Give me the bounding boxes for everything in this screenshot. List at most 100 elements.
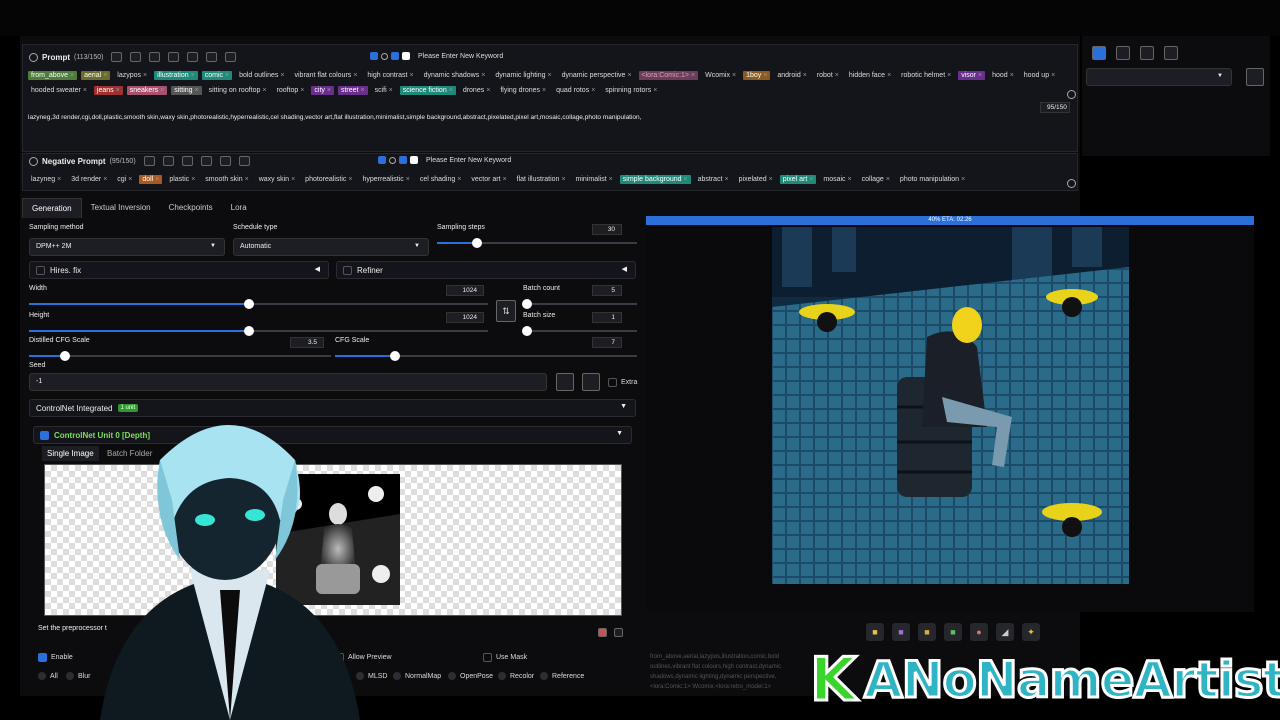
filter-openpose[interactable]: OpenPose	[448, 672, 493, 680]
palette-icon[interactable]: ●	[970, 623, 988, 641]
keyword-tag[interactable]: dynamic lighting ×	[492, 71, 554, 80]
keyword-tag[interactable]: from_above ×	[28, 71, 78, 80]
recycle-icon[interactable]	[582, 373, 600, 391]
remove-tag-icon[interactable]: ×	[128, 176, 132, 183]
checkbox-icon[interactable]	[370, 52, 378, 60]
batch-count-slider[interactable]	[522, 299, 637, 309]
keyword-tag[interactable]: spinning rotors ×	[602, 86, 660, 95]
remove-tag-icon[interactable]: ×	[353, 72, 357, 79]
schedule-type-select[interactable]: Automatic ▼	[233, 238, 429, 256]
remove-tag-icon[interactable]: ×	[160, 87, 164, 94]
remove-tag-icon[interactable]: ×	[978, 72, 982, 79]
keyword-tag[interactable]: comic ×	[201, 71, 233, 80]
remove-tag-icon[interactable]: ×	[763, 72, 767, 79]
distilled-cfg-input[interactable]: 3.5	[290, 337, 324, 348]
copy-icon[interactable]	[149, 52, 161, 62]
keyword-tag[interactable]: vector art ×	[468, 175, 509, 184]
refresh-icon[interactable]	[381, 52, 388, 60]
keyword-tag[interactable]: <lora:Comic:1> ×	[638, 71, 699, 80]
slider-knob[interactable]	[472, 238, 482, 248]
remove-tag-icon[interactable]: ×	[561, 176, 565, 183]
keyword-tag[interactable]: lazyneg ×	[28, 175, 64, 184]
checkbox-icon[interactable]	[38, 653, 47, 662]
keyword-tag[interactable]: scifi ×	[372, 86, 396, 95]
remove-tag-icon[interactable]: ×	[57, 176, 61, 183]
keyword-tag[interactable]: drones ×	[460, 86, 494, 95]
remove-tag-icon[interactable]: ×	[1010, 72, 1014, 79]
keyword-tag[interactable]: 1boy ×	[743, 71, 771, 80]
batch-size-input[interactable]: 1	[592, 312, 622, 323]
swap-dimensions-icon[interactable]: ⇅	[496, 300, 516, 322]
prompt-keyword-field[interactable]: Please Enter New Keyword	[370, 52, 503, 60]
collapse-icon[interactable]	[29, 52, 38, 62]
checkbox-icon[interactable]	[483, 653, 492, 662]
hires-fix-checkbox[interactable]	[36, 265, 45, 275]
toolbar-check-icon[interactable]	[1092, 46, 1106, 60]
keyword-tag[interactable]: illustration ×	[154, 71, 198, 80]
slider-knob[interactable]	[522, 326, 532, 336]
folder-icon[interactable]: ■	[866, 623, 884, 641]
keyword-tag[interactable]: science fiction ×	[399, 86, 456, 95]
remove-tag-icon[interactable]: ×	[83, 87, 87, 94]
tab-lora[interactable]: Lora	[222, 198, 256, 218]
keyword-tag[interactable]: collage ×	[859, 175, 893, 184]
remove-tag-icon[interactable]: ×	[300, 87, 304, 94]
remove-tag-icon[interactable]: ×	[684, 176, 688, 183]
tab-textual-inversion[interactable]: Textual Inversion	[82, 198, 160, 218]
cfg-slider[interactable]	[335, 351, 637, 361]
keyword-tag[interactable]: sitting ×	[171, 86, 202, 95]
toolbar-clip-icon[interactable]	[1164, 46, 1178, 60]
filter-normalmap[interactable]: NormalMap	[393, 672, 441, 680]
keyword-tag[interactable]: dynamic shadows ×	[421, 71, 489, 80]
remove-tag-icon[interactable]: ×	[225, 72, 229, 79]
hires-fix-accordion[interactable]: Hires. fix ◀	[29, 261, 329, 279]
settings-icon[interactable]	[162, 156, 174, 166]
radio-icon[interactable]	[540, 672, 548, 680]
dice-icon[interactable]	[556, 373, 574, 391]
keyword-tag[interactable]: quad rotos ×	[553, 86, 598, 95]
collapse-icon[interactable]	[29, 156, 38, 166]
gear-icon[interactable]	[111, 52, 123, 62]
slider-knob[interactable]	[522, 299, 532, 309]
remove-tag-icon[interactable]: ×	[961, 176, 965, 183]
radio-icon[interactable]	[393, 672, 401, 680]
trash-icon[interactable]	[206, 52, 218, 62]
width-slider[interactable]	[29, 299, 488, 309]
keyword-tag[interactable]: rooftop ×	[274, 86, 308, 95]
remove-tag-icon[interactable]: ×	[609, 176, 613, 183]
keyword-tag[interactable]: lazypos ×	[114, 71, 150, 80]
keyword-tag[interactable]: minimalist ×	[573, 175, 616, 184]
prompt-textarea[interactable]: lazyneg,3d render,cgi,doll,plastic,smoot…	[28, 114, 1068, 121]
remove-tag-icon[interactable]: ×	[195, 87, 199, 94]
keyword-tag[interactable]: doll ×	[139, 175, 163, 184]
checkbox-icon[interactable]	[410, 156, 418, 164]
keyword-tag[interactable]: pixelated ×	[736, 175, 776, 184]
keyword-tag[interactable]: sitting on rooftop ×	[206, 86, 270, 95]
extra-checkbox[interactable]: Extra	[608, 378, 637, 387]
remove-tag-icon[interactable]: ×	[1051, 72, 1055, 79]
keyword-tag[interactable]: photorealistic ×	[302, 175, 355, 184]
collapse-up-icon[interactable]	[1067, 179, 1076, 188]
remove-tag-icon[interactable]: ×	[803, 72, 807, 79]
enable-option[interactable]: Enable	[38, 653, 73, 662]
keyword-tag[interactable]: abstract ×	[695, 175, 732, 184]
filter-all[interactable]: All	[38, 672, 58, 680]
remove-tag-icon[interactable]: ×	[769, 176, 773, 183]
refresh-icon[interactable]	[389, 156, 396, 164]
remove-tag-icon[interactable]: ×	[191, 72, 195, 79]
seed-input[interactable]: -1	[29, 373, 547, 391]
brush-icon[interactable]	[1246, 68, 1264, 86]
save-icon[interactable]: ■	[892, 623, 910, 641]
remove-tag-icon[interactable]: ×	[155, 176, 159, 183]
radio-icon[interactable]	[498, 672, 506, 680]
remove-tag-icon[interactable]: ×	[809, 176, 813, 183]
width-input[interactable]: 1024	[446, 285, 484, 296]
keyword-tag[interactable]: smooth skin ×	[202, 175, 251, 184]
keyword-tag[interactable]: sneakers ×	[126, 86, 168, 95]
remove-tag-icon[interactable]: ×	[449, 87, 453, 94]
keyword-tag[interactable]: photo manipulation ×	[897, 175, 968, 184]
remove-tag-icon[interactable]: ×	[70, 72, 74, 79]
keyword-tag[interactable]: vibrant flat colours ×	[292, 71, 361, 80]
file-icon[interactable]	[598, 628, 607, 637]
remove-tag-icon[interactable]: ×	[103, 176, 107, 183]
